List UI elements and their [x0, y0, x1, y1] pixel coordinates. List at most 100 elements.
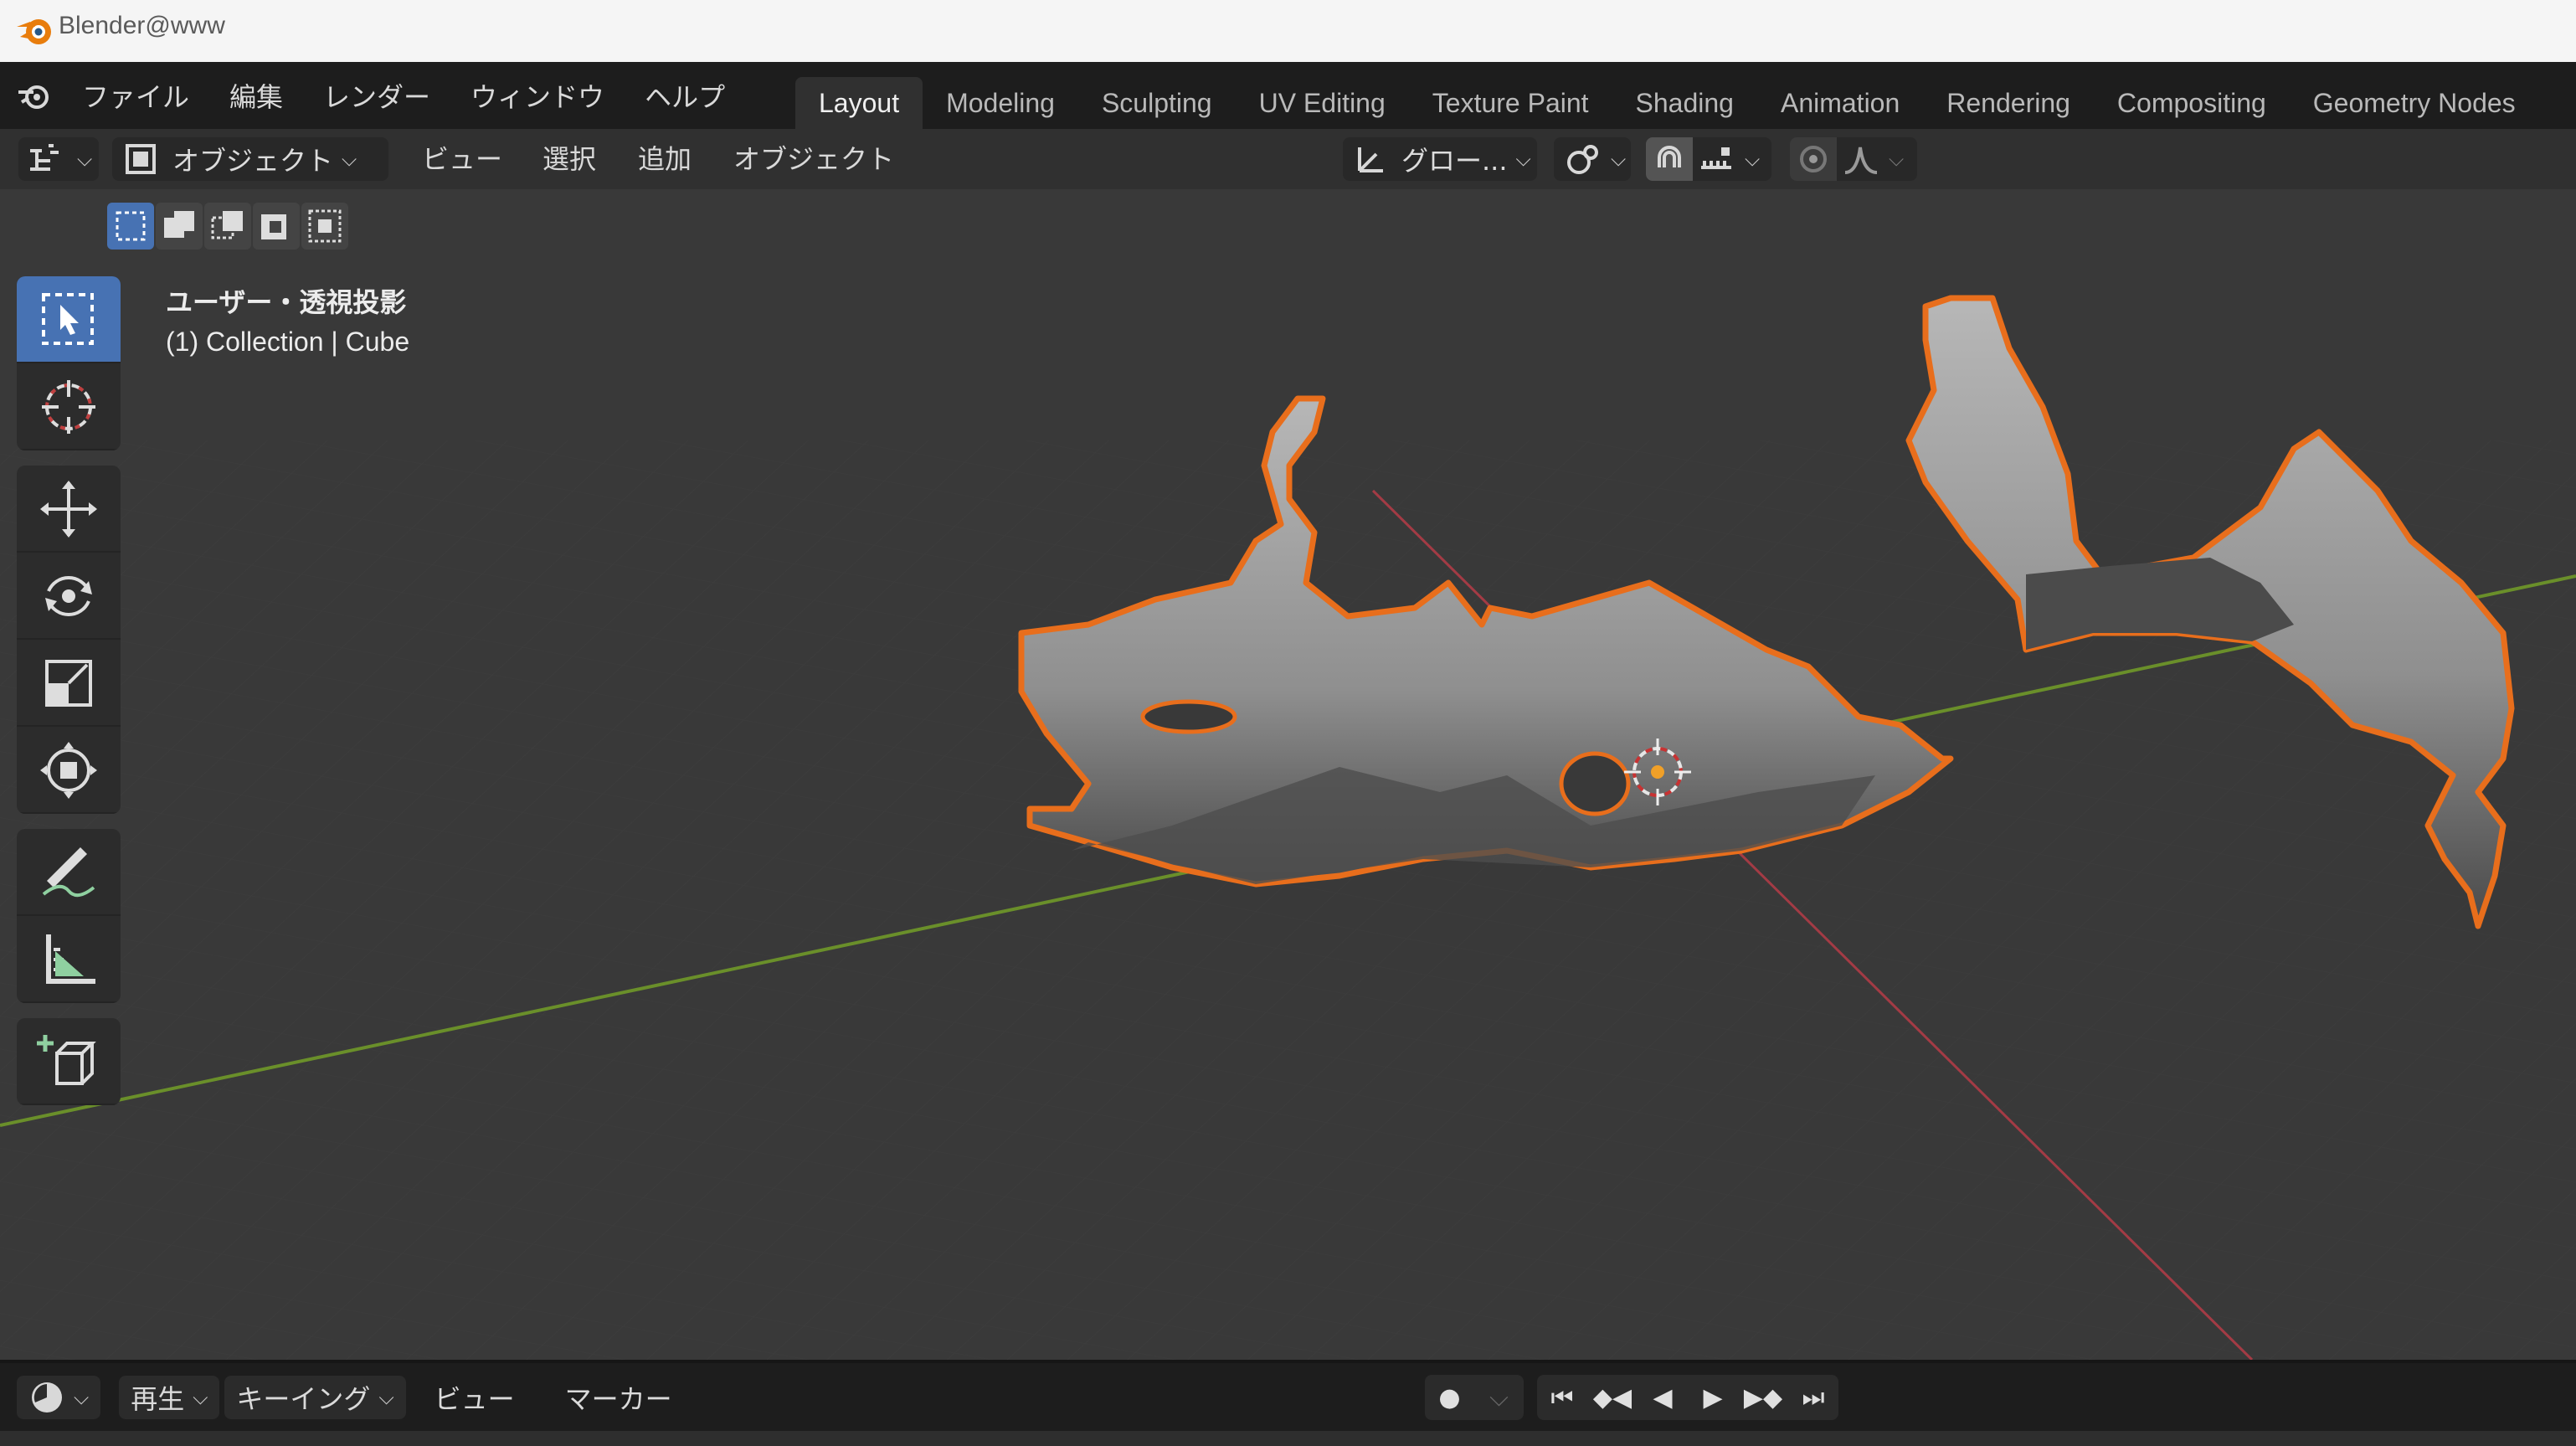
- falloff-curve-icon[interactable]: [1842, 142, 1880, 176]
- tab-animation[interactable]: Animation: [1757, 77, 1923, 129]
- chevron-down-icon[interactable]: ⌵: [1745, 147, 1760, 171]
- blender-logo-icon: [17, 19, 51, 44]
- chevron-down-icon: ⌵: [378, 1386, 394, 1409]
- chevron-down-icon: ⌵: [77, 147, 93, 171]
- chevron-down-icon: ⌵: [342, 147, 357, 171]
- orientation-dropdown[interactable]: グロー... ⌵: [1343, 137, 1537, 181]
- select-subtract-icon: [211, 211, 243, 239]
- clock-icon: [32, 1382, 62, 1413]
- snap-toggle[interactable]: [1646, 137, 1693, 181]
- tab-geometry-nodes[interactable]: Geometry Nodes: [2290, 77, 2539, 129]
- pivot-dropdown[interactable]: ⌵: [1554, 137, 1631, 181]
- timeline-header: ⌵ 再生 ⌵ キーイング ⌵ ビュー マーカー ● ⌵ ⏮ ◆◀ ◀ ▶ ▶◆ …: [0, 1360, 2576, 1446]
- top-menubar: ファイル 編集 レンダー ウィンドウ ヘルプ Layout Modeling S…: [0, 62, 2576, 129]
- tab-layout[interactable]: Layout: [795, 77, 923, 129]
- jump-start-button[interactable]: ⏮: [1537, 1375, 1587, 1420]
- select-extend-icon: [164, 211, 194, 238]
- mode-dropdown[interactable]: オブジェクト ⌵: [112, 137, 388, 181]
- auto-keying-dropdown[interactable]: ⌵: [1474, 1375, 1524, 1420]
- select-mode-intersect[interactable]: [301, 203, 348, 250]
- collection-label: (1) Collection | Cube: [166, 327, 410, 357]
- 3d-viewport[interactable]: [0, 189, 2576, 1360]
- prev-keyframe-icon: ◆◀: [1592, 1382, 1632, 1413]
- pivot-icon: [1567, 145, 1598, 174]
- timeline-menu-marker[interactable]: マーカー: [565, 1378, 672, 1417]
- timeline-menu-view[interactable]: ビュー: [434, 1378, 515, 1417]
- header-menu-view[interactable]: ビュー: [422, 137, 502, 181]
- workspace-tabs: Layout Modeling Sculpting UV Editing Tex…: [795, 77, 2539, 129]
- tool-rotate[interactable]: [17, 553, 121, 640]
- measure-icon: [46, 934, 95, 984]
- menu-render[interactable]: レンダー: [323, 76, 450, 115]
- tool-add-cube[interactable]: [17, 1018, 121, 1105]
- record-icon: ●: [1438, 1382, 1461, 1413]
- selection-mode-buttons: [107, 203, 348, 253]
- tool-scale[interactable]: [17, 640, 121, 727]
- tool-measure[interactable]: [17, 916, 121, 1003]
- header-menu-add[interactable]: 追加: [638, 137, 692, 181]
- tab-compositing[interactable]: Compositing: [2094, 77, 2290, 129]
- scale-icon: [45, 660, 92, 707]
- tool-group-add: [17, 1018, 121, 1105]
- auto-keying-toggle[interactable]: ●: [1425, 1375, 1474, 1420]
- timeline-editor-type-button[interactable]: ⌵: [17, 1376, 101, 1419]
- jump-end-button[interactable]: ⏭: [1788, 1375, 1838, 1420]
- tab-uv-editing[interactable]: UV Editing: [1236, 77, 1409, 129]
- tab-sculpting[interactable]: Sculpting: [1078, 77, 1236, 129]
- next-keyframe-icon: ▶◆: [1743, 1382, 1783, 1413]
- playback-dropdown[interactable]: 再生 ⌵: [119, 1376, 220, 1419]
- jump-end-icon: ⏭: [1802, 1382, 1825, 1413]
- snap-controls: ⌵: [1646, 137, 1771, 181]
- timeline-scrollbar[interactable]: [0, 1431, 2576, 1446]
- playback-controls: ⏮ ◆◀ ◀ ▶ ▶◆ ⏭: [1537, 1375, 1838, 1420]
- play-button[interactable]: ▶: [1688, 1375, 1738, 1420]
- select-intersect-icon: [308, 209, 342, 243]
- menu-window[interactable]: ウィンドウ: [470, 76, 625, 115]
- prev-keyframe-button[interactable]: ◆◀: [1587, 1375, 1638, 1420]
- orientation-label: グロー...: [1401, 145, 1508, 177]
- orientation-icon: [1358, 147, 1383, 172]
- tab-rendering[interactable]: Rendering: [1923, 77, 2094, 129]
- header-menu-select[interactable]: 選択: [542, 137, 596, 181]
- editor-type-button[interactable]: ⌵: [18, 137, 99, 181]
- chevron-down-icon: ⌵: [193, 1386, 208, 1409]
- window-titlebar: Blender@www: [0, 0, 2576, 62]
- select-invert-icon: [261, 214, 286, 239]
- proportional-edit-toggle[interactable]: [1790, 137, 1837, 181]
- view-label: ユーザー・透視投影: [166, 286, 407, 318]
- proportional-edit-icon: [1800, 146, 1827, 172]
- tool-group-annotate: [17, 829, 121, 1003]
- tab-shading[interactable]: Shading: [1612, 77, 1757, 129]
- menu-file[interactable]: ファイル: [82, 76, 209, 115]
- tool-select-box[interactable]: [17, 276, 121, 363]
- editor-type-icon: [30, 144, 59, 171]
- snap-increment-icon[interactable]: [1698, 142, 1736, 176]
- timeline-menus: ⌵ 再生 ⌵ キーイング ⌵ ビュー マーカー: [0, 1371, 672, 1423]
- select-mode-invert[interactable]: [253, 203, 300, 250]
- rotate-icon: [45, 576, 92, 616]
- blender-menu-icon[interactable]: [15, 77, 52, 114]
- tool-annotate[interactable]: [17, 829, 121, 916]
- menu-help[interactable]: ヘルプ: [645, 76, 745, 115]
- playback-label: 再生: [131, 1383, 185, 1415]
- next-keyframe-button[interactable]: ▶◆: [1738, 1375, 1788, 1420]
- header-menu-object[interactable]: オブジェクト: [733, 137, 894, 181]
- tab-modeling[interactable]: Modeling: [923, 77, 1078, 129]
- tool-cursor[interactable]: [17, 363, 121, 450]
- chevron-down-icon: ⌵: [1611, 147, 1627, 171]
- select-mode-extend[interactable]: [156, 203, 203, 250]
- chevron-down-icon[interactable]: ⌵: [1889, 147, 1904, 171]
- add-cube-icon: [37, 1035, 96, 1085]
- tool-move[interactable]: [17, 466, 121, 553]
- play-icon: ▶: [1703, 1382, 1723, 1413]
- tab-texture-paint[interactable]: Texture Paint: [1409, 77, 1612, 129]
- menu-edit[interactable]: 編集: [229, 76, 303, 115]
- tool-transform[interactable]: [17, 727, 121, 814]
- keying-dropdown[interactable]: キーイング ⌵: [224, 1376, 406, 1419]
- select-mode-new[interactable]: [107, 203, 154, 250]
- viewport-header: ⌵ オブジェクト ⌵ ビュー 選択 追加 オブジェクト グロー... ⌵ ⌵ ⌵…: [0, 129, 2576, 189]
- select-mode-subtract[interactable]: [204, 203, 251, 250]
- object-mode-icon: [126, 144, 156, 174]
- select-box-icon: [42, 293, 94, 345]
- play-reverse-button[interactable]: ◀: [1638, 1375, 1688, 1420]
